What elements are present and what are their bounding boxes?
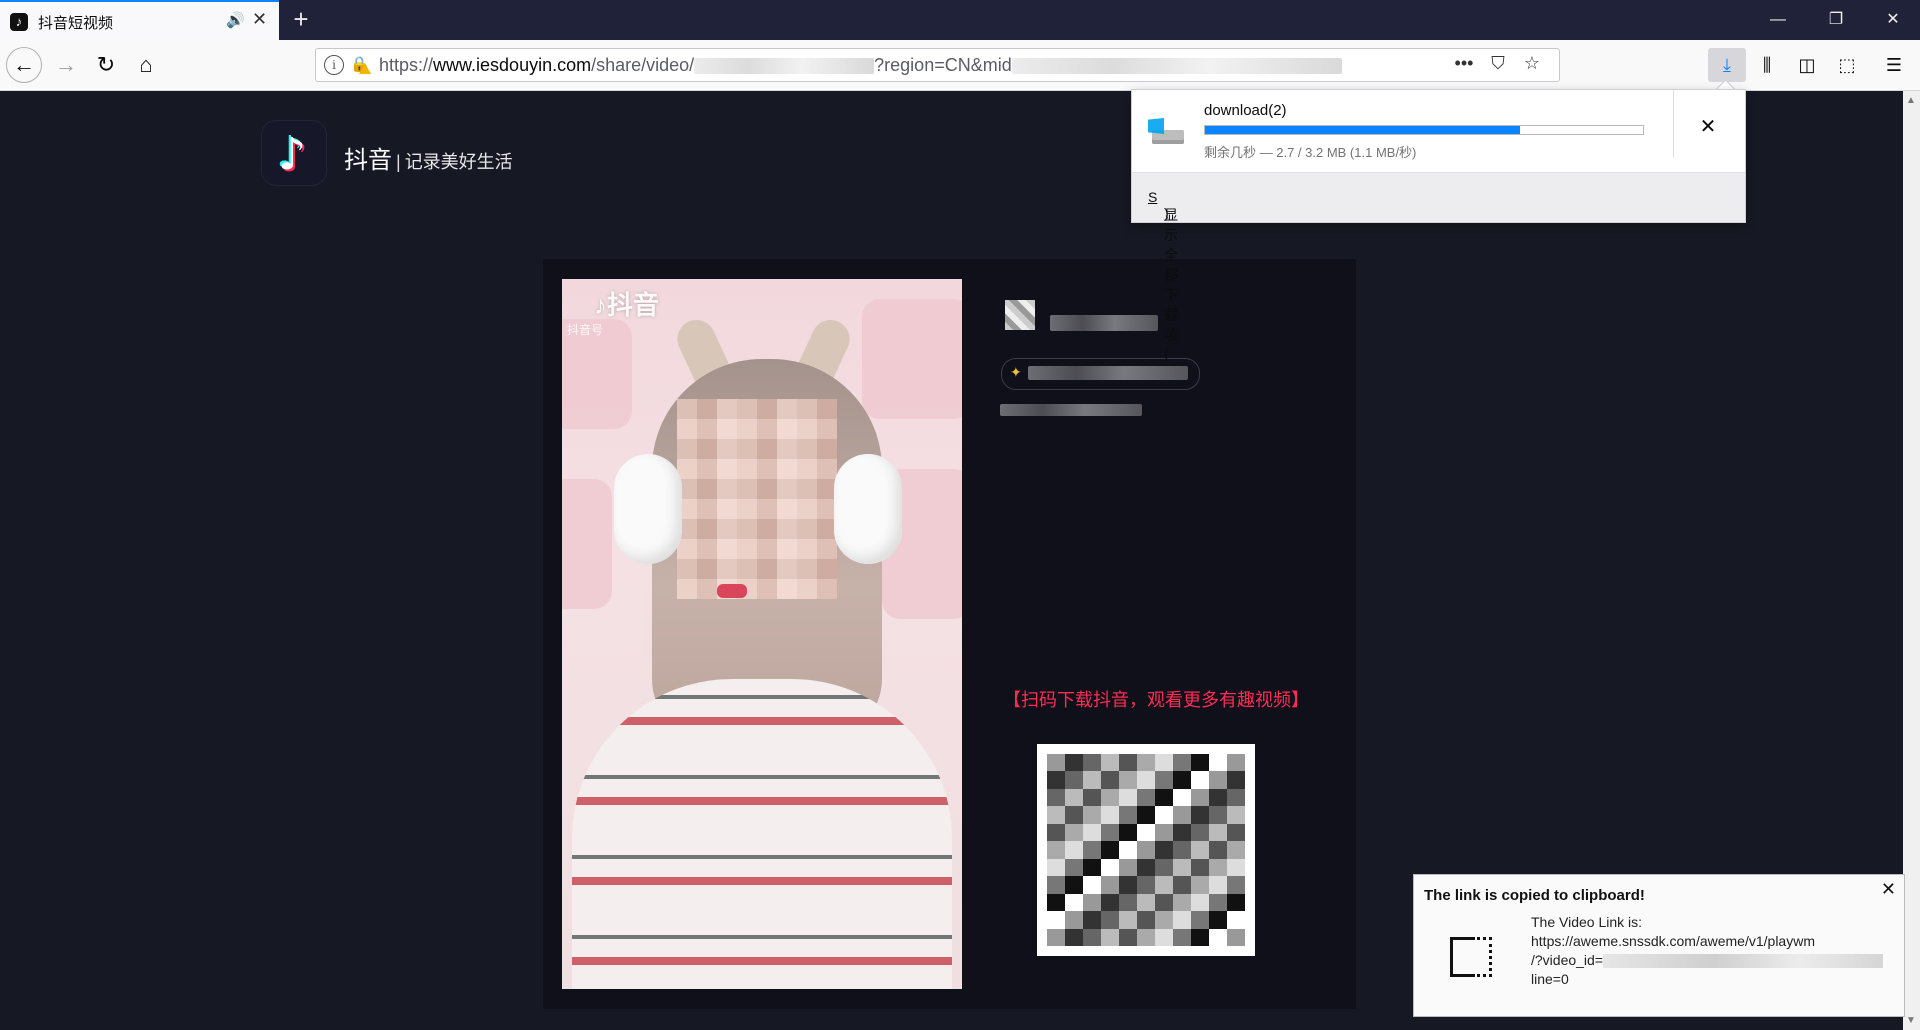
tab-close-icon[interactable]: ✕ (252, 9, 267, 30)
minimize-button[interactable]: — (1755, 0, 1801, 40)
scroll-up-arrow-icon[interactable]: ▲ (1906, 95, 1916, 106)
tiktok-favicon-icon: ♪ (10, 13, 28, 31)
avatar[interactable] (1005, 300, 1035, 330)
redacted-tag-text (1028, 366, 1188, 380)
library-icon[interactable]: ⫼ (1748, 48, 1786, 82)
show-all-downloads[interactable]: 显示全部下载项(S) (1132, 172, 1745, 361)
video-watermark-id: 抖音号 (567, 323, 604, 337)
speaker-icon[interactable]: 🔊 (226, 11, 245, 29)
douyin-logo[interactable]: ♪ ♪ ♪ (262, 121, 326, 185)
notification-body: The Video Link is: https://aweme.snssdk.… (1531, 913, 1896, 989)
forward-button[interactable]: → (48, 47, 84, 83)
show-all-downloads-label[interactable]: 显示全部下载项(S) (1148, 189, 1178, 361)
navigation-toolbar: ← → ↻ ⌂ i 🔒 https://www.iesdouyin.com/sh… (0, 40, 1920, 91)
sidebar-icon[interactable]: ◫ (1788, 48, 1826, 82)
tab-strip: ♪ 抖音短视频 🔊 ✕ + — ❐ ✕ (0, 0, 1920, 40)
brand-header: 抖音 | 记录美好生活 (344, 147, 513, 174)
clipboard-notification[interactable]: The link is copied to clipboard! ✕ The V… (1413, 874, 1905, 1017)
screenshot-selection-icon (1450, 937, 1492, 979)
restore-button[interactable]: ❐ (1813, 0, 1859, 40)
new-tab-button[interactable]: + (287, 4, 315, 36)
notification-close-icon[interactable]: ✕ (1881, 879, 1896, 900)
url-actions: ••• ⛉ ☆ (1447, 53, 1549, 74)
screenshot-icon[interactable]: ⬚ (1828, 48, 1866, 82)
home-button[interactable]: ⌂ (128, 47, 164, 83)
pixelated-face (677, 399, 837, 599)
notification-title: The link is copied to clipboard! (1424, 887, 1645, 904)
redacted-username (1050, 315, 1158, 331)
sparkle-icon: ✦ (1010, 364, 1022, 380)
video-watermark-logo: ♪抖音 (594, 290, 660, 320)
tab-title: 抖音短视频 (38, 15, 114, 32)
redacted-description (1000, 404, 1142, 416)
downloads-panel: download(2) 剩余几秒 — 2.7 / 3.2 MB (1.1 MB/… (1131, 89, 1746, 361)
file-type-icon (1148, 118, 1184, 146)
warning-icon (359, 63, 371, 74)
download-promo-text: 【扫码下载抖音，观看更多有趣视频】 (1003, 690, 1309, 710)
download-progress-bar (1204, 125, 1644, 135)
cancel-download-button[interactable]: ✕ (1693, 112, 1723, 142)
brand-name: 抖音 (344, 147, 392, 174)
reload-button[interactable]: ↻ (88, 47, 124, 83)
page-actions-ellipsis-icon[interactable]: ••• (1447, 53, 1481, 74)
divider (1673, 90, 1674, 158)
music-tag[interactable]: ✦ (1001, 358, 1200, 390)
url-bar[interactable]: i 🔒 https://www.iesdouyin.com/share/vide… (315, 48, 1560, 82)
downloads-button[interactable]: ⤓ (1708, 48, 1746, 82)
pocket-icon[interactable]: ⛉ (1481, 53, 1515, 74)
hamburger-menu-icon[interactable]: ☰ (1875, 48, 1913, 82)
scroll-down-arrow-icon[interactable]: ▼ (1906, 1015, 1916, 1026)
video-player[interactable]: ♪抖音 抖音号 (562, 279, 962, 989)
url-text[interactable]: https://www.iesdouyin.com/share/video/?r… (379, 55, 1342, 76)
redacted-url-segment (1011, 58, 1342, 75)
qr-code (1037, 744, 1255, 956)
back-button[interactable]: ← (6, 47, 42, 83)
redacted-url-segment (694, 58, 875, 75)
page-scrollbar[interactable]: ▲ ▼ (1903, 91, 1920, 1030)
download-file-name[interactable]: download(2) (1204, 102, 1287, 119)
site-info-icon[interactable]: i (324, 55, 344, 75)
redacted-video-id (1603, 954, 1884, 969)
tab-douyin[interactable]: ♪ 抖音短视频 🔊 ✕ (0, 0, 279, 40)
window-close-button[interactable]: ✕ (1870, 0, 1916, 40)
bookmark-star-icon[interactable]: ☆ (1515, 53, 1549, 74)
slogan: 记录美好生活 (404, 152, 513, 172)
download-status: 剩余几秒 — 2.7 / 3.2 MB (1.1 MB/秒) (1204, 145, 1417, 160)
